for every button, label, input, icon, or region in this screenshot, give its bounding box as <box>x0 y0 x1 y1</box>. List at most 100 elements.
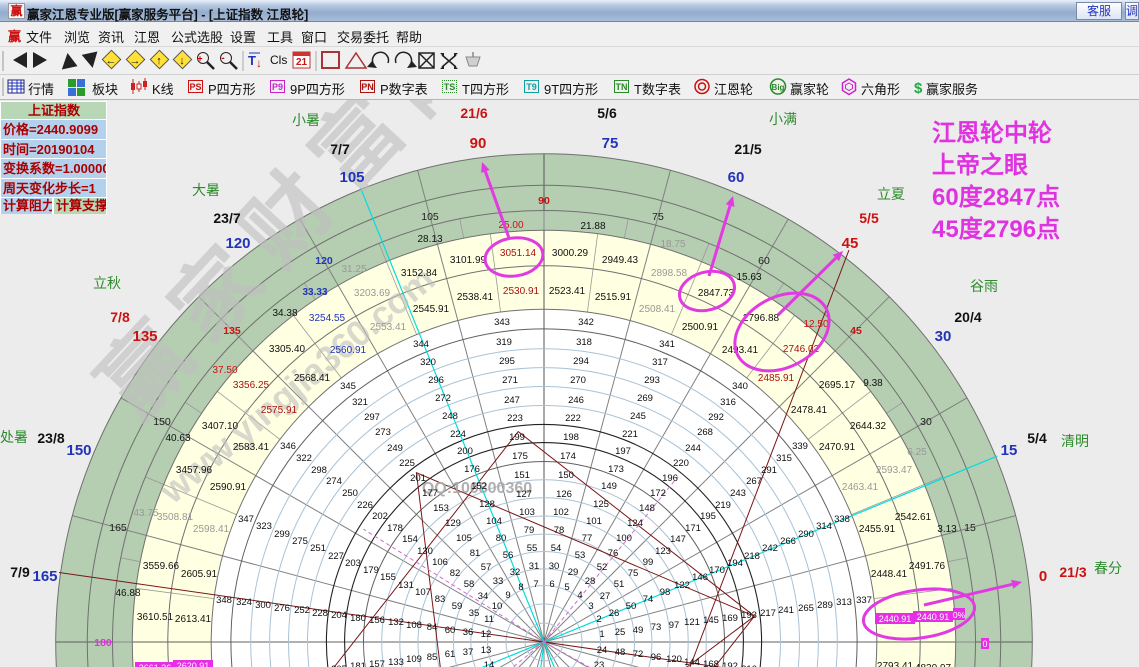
svg-text:12.50: 12.50 <box>803 319 828 330</box>
svg-text:175: 175 <box>512 451 528 462</box>
svg-text:2455.91: 2455.91 <box>859 524 896 535</box>
svg-text:150: 150 <box>558 470 574 481</box>
svg-text:0: 0 <box>982 639 987 649</box>
svg-text:345: 345 <box>340 381 356 392</box>
svg-text:74: 74 <box>643 594 654 605</box>
svg-text:谷雨: 谷雨 <box>970 278 998 294</box>
svg-text:227: 227 <box>328 551 344 562</box>
svg-text:2491.76: 2491.76 <box>909 561 946 572</box>
svg-text:267: 267 <box>746 476 762 487</box>
svg-text:小暑: 小暑 <box>292 112 320 128</box>
svg-text:150: 150 <box>153 416 171 428</box>
svg-text:135: 135 <box>223 325 241 337</box>
svg-text:25: 25 <box>615 627 626 638</box>
svg-text:123: 123 <box>655 546 671 557</box>
svg-text:219: 219 <box>715 500 731 511</box>
svg-text:347: 347 <box>238 514 254 525</box>
svg-text:3407.10: 3407.10 <box>202 421 239 432</box>
svg-text:338: 338 <box>834 514 850 525</box>
svg-text:172: 172 <box>650 488 666 499</box>
svg-text:319: 319 <box>496 337 512 348</box>
svg-text:348: 348 <box>216 595 232 606</box>
svg-text:37.50: 37.50 <box>212 365 237 376</box>
svg-text:317: 317 <box>652 357 668 368</box>
svg-text:2463.41: 2463.41 <box>842 482 879 493</box>
svg-text:226: 226 <box>357 500 373 511</box>
svg-text:252: 252 <box>294 605 310 616</box>
svg-text:268: 268 <box>697 427 713 438</box>
svg-text:321: 321 <box>352 397 368 408</box>
svg-text:23/7: 23/7 <box>213 210 240 226</box>
svg-text:3305.40: 3305.40 <box>269 344 306 355</box>
svg-text:299: 299 <box>274 529 290 540</box>
svg-text:80: 80 <box>496 533 507 544</box>
svg-text:165: 165 <box>109 522 127 534</box>
svg-text:181: 181 <box>350 661 366 667</box>
svg-text:169: 169 <box>722 613 738 624</box>
svg-text:156: 156 <box>369 615 385 626</box>
svg-text:2598.41: 2598.41 <box>193 524 230 535</box>
svg-text:45度2796点: 45度2796点 <box>932 215 1060 243</box>
svg-text:3.13: 3.13 <box>937 524 957 535</box>
svg-text:194: 194 <box>727 558 743 569</box>
svg-text:241: 241 <box>778 605 794 616</box>
svg-text:157: 157 <box>369 659 385 667</box>
svg-text:2545.91: 2545.91 <box>413 304 450 315</box>
svg-text:201: 201 <box>410 473 426 484</box>
svg-text:30: 30 <box>920 416 932 428</box>
svg-text:340: 340 <box>732 381 748 392</box>
svg-text:40.63: 40.63 <box>165 433 190 444</box>
svg-text:146: 146 <box>692 572 708 583</box>
svg-text:56: 56 <box>503 550 514 561</box>
svg-text:195: 195 <box>700 511 716 522</box>
svg-text:2593.47: 2593.47 <box>876 465 913 476</box>
svg-text:173: 173 <box>608 464 624 475</box>
svg-text:76: 76 <box>608 548 619 559</box>
svg-text:275: 275 <box>292 536 308 547</box>
svg-text:2440.91: 2440.91 <box>917 612 950 622</box>
svg-text:60: 60 <box>728 169 745 186</box>
svg-text:322: 322 <box>296 453 312 464</box>
svg-text:61: 61 <box>445 649 456 660</box>
svg-text:49: 49 <box>633 625 644 636</box>
svg-text:97: 97 <box>669 620 680 631</box>
svg-text:10: 10 <box>492 601 503 612</box>
svg-text:120: 120 <box>315 255 333 267</box>
svg-text:225: 225 <box>399 458 415 469</box>
svg-text:78: 78 <box>554 525 565 536</box>
svg-text:295: 295 <box>499 356 515 367</box>
svg-text:266: 266 <box>780 536 796 547</box>
svg-text:28: 28 <box>585 576 596 587</box>
svg-text:23: 23 <box>594 660 605 667</box>
svg-text:297: 297 <box>364 412 380 423</box>
svg-text:小满: 小满 <box>769 111 797 127</box>
svg-text:+: + <box>197 54 202 64</box>
svg-text:198: 198 <box>563 432 579 443</box>
svg-text:T: T <box>248 53 256 68</box>
svg-text:83: 83 <box>435 594 446 605</box>
svg-text:130: 130 <box>417 546 433 557</box>
svg-text:100: 100 <box>616 533 632 544</box>
svg-text:60: 60 <box>445 625 456 636</box>
svg-text:0%: 0% <box>953 610 966 620</box>
svg-text:221: 221 <box>622 429 638 440</box>
svg-text:2478.41: 2478.41 <box>791 405 828 416</box>
svg-text:5: 5 <box>564 582 569 593</box>
svg-text:34.38: 34.38 <box>272 308 297 319</box>
svg-text:125: 125 <box>593 499 609 510</box>
svg-text:2553.41: 2553.41 <box>370 322 407 333</box>
svg-text:3356.25: 3356.25 <box>233 380 270 391</box>
svg-text:7: 7 <box>533 579 538 590</box>
svg-text:249: 249 <box>387 443 403 454</box>
svg-text:2493.41: 2493.41 <box>722 345 759 356</box>
svg-text:223: 223 <box>507 413 523 424</box>
svg-text:21/3: 21/3 <box>1059 564 1086 580</box>
svg-text:135: 135 <box>132 328 157 345</box>
svg-text:323: 323 <box>256 521 272 532</box>
svg-text:196: 196 <box>662 473 678 484</box>
svg-text:245: 245 <box>630 411 646 422</box>
svg-text:4: 4 <box>577 590 582 601</box>
svg-text:339: 339 <box>792 441 808 452</box>
svg-text:155: 155 <box>380 572 396 583</box>
svg-text:85: 85 <box>427 652 438 663</box>
